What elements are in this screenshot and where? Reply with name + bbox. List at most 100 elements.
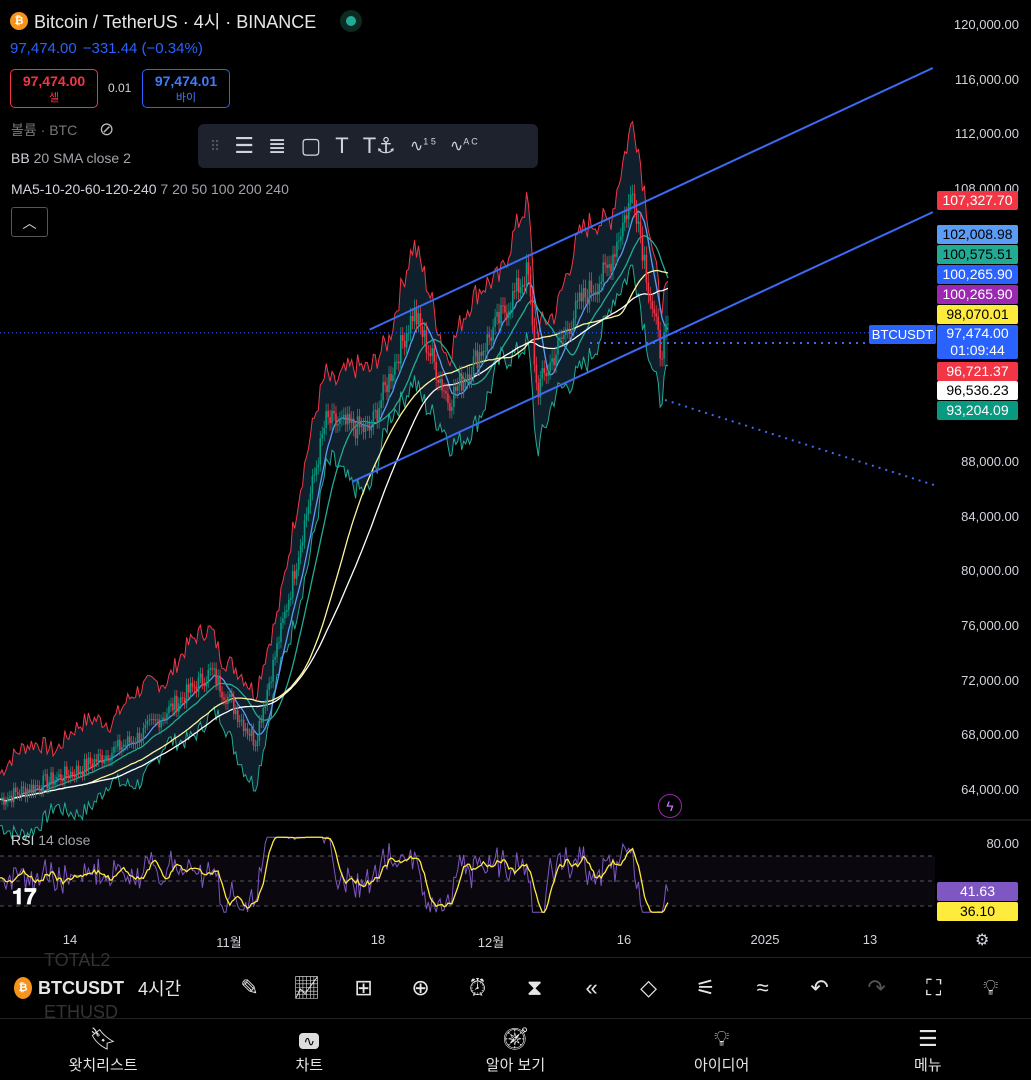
candle: [69, 771, 72, 779]
layers-icon[interactable]: ◇: [620, 975, 677, 1001]
ma-indicator[interactable]: MA5-10-20-60-120-240 7 20 50 100 200 240: [11, 181, 289, 197]
candle: [244, 728, 247, 732]
time-axis-settings-icon[interactable]: ⚙: [975, 930, 989, 950]
horizontal-lines-icon[interactable]: ☰: [234, 133, 254, 159]
candle: [616, 241, 618, 257]
timeframe-selector[interactable]: 4시간: [138, 975, 181, 1001]
rsi-legend[interactable]: RSI 14 close: [11, 832, 90, 848]
candle: [38, 785, 41, 791]
candle: [344, 414, 347, 425]
symbol-selector[interactable]: ₿ BTCUSDT: [14, 977, 124, 999]
elliott-wave-icon[interactable]: ∿1 5: [410, 136, 436, 156]
hidden-eye-icon[interactable]: ⊘: [99, 119, 114, 139]
pattern-icon[interactable]: ≈: [734, 975, 791, 1001]
buy-button[interactable]: 97,474.01 바이: [142, 69, 230, 108]
add-icon[interactable]: ⊕: [392, 975, 449, 1001]
text-icon[interactable]: T: [335, 133, 348, 159]
rectangle-icon[interactable]: ▢: [300, 133, 321, 159]
candle: [567, 328, 569, 331]
redo-icon[interactable]: ↷: [848, 975, 905, 1001]
candle: [614, 254, 616, 257]
fullscreen-icon[interactable]: ⛶: [905, 975, 962, 1001]
candle: [623, 215, 626, 223]
candle: [113, 746, 115, 753]
candle: [164, 717, 166, 719]
settings-icon[interactable]: ⚟: [677, 975, 734, 1001]
candle: [474, 350, 477, 357]
candle: [28, 789, 31, 793]
sell-button[interactable]: 97,474.00 셀: [10, 69, 98, 108]
candle: [331, 410, 333, 424]
replay-icon[interactable]: «: [563, 975, 620, 1001]
candle: [286, 609, 288, 612]
candle: [496, 311, 498, 317]
volume-indicator[interactable]: 볼륨 · BTC ⊘: [11, 119, 114, 140]
nav-explore[interactable]: 🧭︎ 알아 보기: [445, 1026, 585, 1075]
candle: [274, 656, 276, 660]
price-tag: 93,204.09: [937, 401, 1018, 420]
lightning-event-icon[interactable]: ϟ: [658, 794, 682, 818]
pencil-icon[interactable]: ✎: [221, 975, 278, 1001]
candle: [600, 281, 602, 284]
alert-icon[interactable]: ⏰︎: [449, 975, 506, 1001]
candle: [531, 296, 534, 326]
candle: [270, 681, 272, 683]
candle: [299, 545, 302, 558]
candle: [321, 433, 324, 439]
candle: [625, 215, 628, 220]
market-open-icon: [340, 10, 363, 32]
candle: [160, 720, 162, 728]
nav-chart[interactable]: ∿ 차트: [239, 1026, 379, 1075]
candle: [500, 305, 502, 324]
candle: [386, 384, 388, 393]
price-tag: 102,008.98: [937, 225, 1018, 244]
candle: [291, 571, 294, 598]
bitcoin-logo-icon: ₿: [10, 12, 28, 30]
candle: [122, 744, 125, 747]
candle: [458, 373, 461, 386]
nav-watchlist[interactable]: 🔖︎ 왓치리스트: [33, 1026, 173, 1075]
rsi-axis-label: 80.00: [986, 836, 1019, 851]
candle: [362, 425, 365, 433]
candle: [492, 327, 494, 341]
candle: [468, 374, 471, 381]
ideas-icon[interactable]: 💡︎: [962, 975, 1019, 1001]
templates-icon[interactable]: ⊞: [335, 975, 392, 1001]
candle: [584, 287, 587, 298]
price-tag: 100,265.90: [937, 285, 1018, 304]
candle: [348, 413, 351, 424]
candle: [7, 797, 9, 802]
drag-handle-icon[interactable]: ⠿: [210, 138, 220, 155]
candle: [187, 684, 190, 693]
candle: [333, 410, 335, 414]
fib-retracement-icon[interactable]: ≣: [268, 133, 286, 159]
candle: [519, 287, 522, 293]
candle: [201, 673, 204, 684]
candle: [260, 720, 263, 723]
candle: [382, 382, 384, 401]
anchored-text-icon[interactable]: T⚓︎: [363, 133, 396, 159]
indicators-icon[interactable]: 📈︎: [278, 975, 335, 1001]
undo-icon[interactable]: ↶: [791, 975, 848, 1001]
collapse-legend-button[interactable]: ︿: [11, 207, 48, 237]
candles-icon[interactable]: ⧗: [506, 975, 563, 1001]
candle: [66, 766, 68, 776]
candle: [608, 264, 610, 268]
bb-indicator[interactable]: BB 20 SMA close 2: [11, 150, 131, 166]
symbol-title[interactable]: ₿ Bitcoin / TetherUS · 4시 · BINANCE: [10, 8, 363, 34]
candle: [588, 280, 591, 305]
candle: [482, 350, 485, 356]
candle: [403, 340, 406, 348]
candle: [645, 254, 648, 283]
candle: [401, 335, 404, 341]
nav-menu[interactable]: ☰ 메뉴: [858, 1026, 998, 1075]
price-axis-label: 72,000.00: [961, 672, 1019, 688]
candle: [227, 696, 229, 704]
candle: [268, 682, 270, 690]
candle: [456, 385, 459, 391]
price-summary: 97,474.00 −331.44 (−0.34%): [10, 40, 203, 57]
nav-ideas[interactable]: 💡︎ 아이디어: [652, 1026, 792, 1075]
candle: [478, 352, 481, 369]
candle: [242, 719, 245, 732]
abc-pattern-icon[interactable]: ∿A C: [450, 136, 478, 156]
